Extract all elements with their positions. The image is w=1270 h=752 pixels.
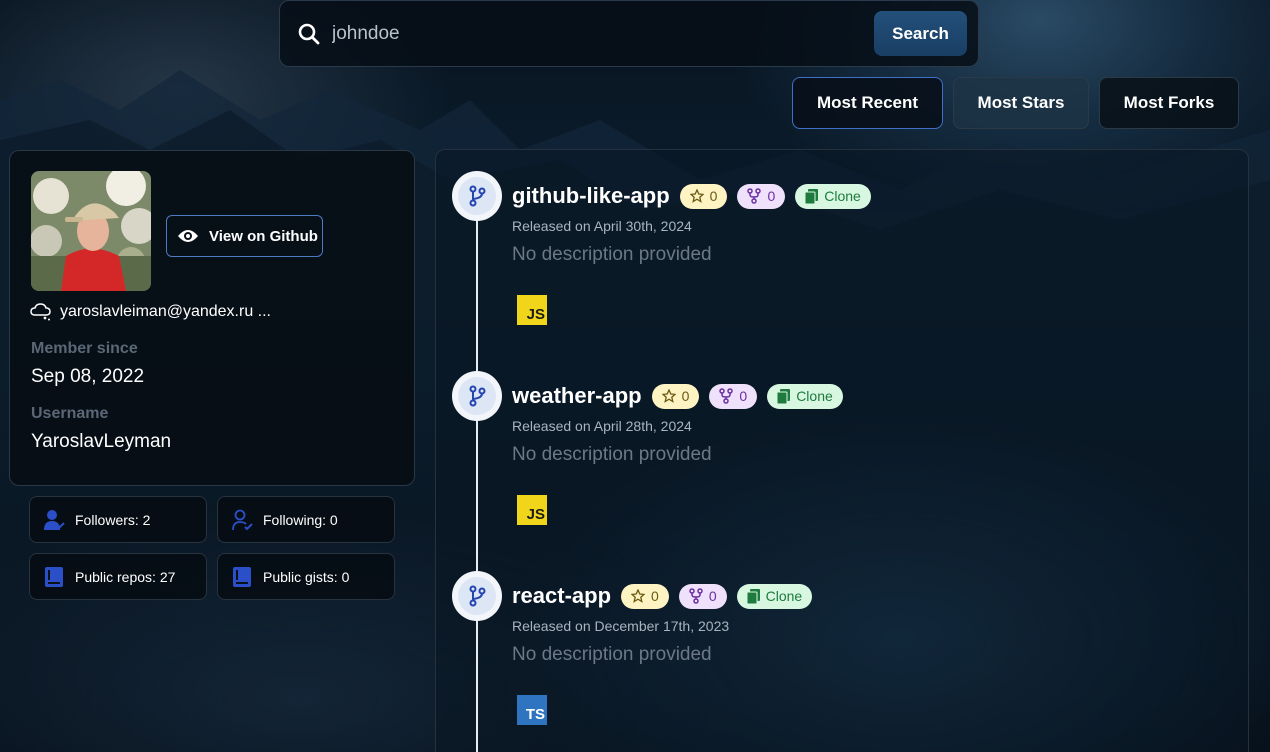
eye-icon xyxy=(177,228,199,244)
book-icon xyxy=(231,566,253,588)
javascript-icon: JS xyxy=(517,295,547,325)
clone-button[interactable]: Clone xyxy=(736,583,813,609)
repo-item: react-app 0 0 Clone Released on December… xyxy=(452,571,1232,752)
fork-count: 0 xyxy=(737,183,786,209)
public-repos-text: Public repos: 27 xyxy=(75,568,176,585)
star-count: 0 xyxy=(651,383,700,409)
sort-most-stars-button[interactable]: Most Stars xyxy=(953,77,1089,129)
star-count-value: 0 xyxy=(709,188,718,204)
avatar xyxy=(31,171,151,291)
repo-name[interactable]: weather-app xyxy=(512,383,642,409)
star-icon xyxy=(631,589,646,603)
public-gists-text: Public gists: 0 xyxy=(263,568,350,585)
username-value: YaroslavLeyman xyxy=(31,431,172,452)
member-since-label: Member since xyxy=(31,340,138,357)
view-on-github-button[interactable]: View on Github xyxy=(166,215,323,257)
public-gists-stat: Public gists: 0 xyxy=(217,553,395,600)
fork-icon xyxy=(747,188,762,204)
typescript-icon: TS xyxy=(517,695,547,725)
repo-description: No description provided xyxy=(512,644,712,665)
copy-icon xyxy=(746,588,760,604)
search-input[interactable] xyxy=(332,13,874,54)
search-button[interactable]: Search xyxy=(874,11,967,56)
profile-card: View on Github yaroslavleiman@yandex.ru … xyxy=(9,150,415,486)
star-icon xyxy=(661,389,676,403)
star-count: 0 xyxy=(679,183,728,209)
user-check-outline-icon xyxy=(231,509,253,531)
followers-stat: Followers: 2 xyxy=(29,496,207,543)
copy-icon xyxy=(805,188,819,204)
fork-count: 0 xyxy=(709,383,758,409)
star-count-value: 0 xyxy=(681,388,690,404)
followers-text: Followers: 2 xyxy=(75,511,151,528)
clone-button[interactable]: Clone xyxy=(767,383,843,409)
git-branch-icon xyxy=(452,171,502,221)
star-icon xyxy=(689,189,704,203)
repo-name[interactable]: github-like-app xyxy=(512,183,670,209)
repo-description: No description provided xyxy=(512,444,712,465)
released-date: Released on December 17th, 2023 xyxy=(512,618,730,634)
book-icon xyxy=(43,566,65,588)
released-date: Released on April 30th, 2024 xyxy=(512,218,692,234)
public-repos-stat: Public repos: 27 xyxy=(29,553,207,600)
email-row: yaroslavleiman@yandex.ru ... xyxy=(30,303,271,321)
star-count-value: 0 xyxy=(651,588,659,604)
copy-icon xyxy=(777,388,791,404)
clone-label: Clone xyxy=(796,388,833,404)
javascript-icon: JS xyxy=(517,495,547,525)
sort-most-forks-button[interactable]: Most Forks xyxy=(1099,77,1239,129)
repo-item: weather-app 0 0 Clone Released on April … xyxy=(452,371,1232,571)
star-count: 0 xyxy=(621,583,669,609)
repo-item: github-like-app 0 0 Clone Released on Ap… xyxy=(452,171,1232,371)
view-on-github-label: View on Github xyxy=(209,227,318,245)
clone-label: Clone xyxy=(824,188,861,204)
cloud-icon xyxy=(30,303,52,321)
fork-count: 0 xyxy=(678,583,727,609)
search-bar: Search xyxy=(279,0,979,67)
repo-description: No description provided xyxy=(512,244,712,265)
clone-button[interactable]: Clone xyxy=(795,183,871,209)
git-branch-icon xyxy=(452,571,502,621)
following-stat: Following: 0 xyxy=(217,496,395,543)
fork-count-value: 0 xyxy=(708,588,717,604)
fork-icon xyxy=(689,588,703,604)
repo-name[interactable]: react-app xyxy=(512,583,611,609)
username-label: Username xyxy=(31,405,109,422)
git-branch-icon xyxy=(452,371,502,421)
fork-count-value: 0 xyxy=(767,188,776,204)
sort-most-recent-button[interactable]: Most Recent xyxy=(792,77,943,129)
search-icon xyxy=(296,21,322,47)
fork-icon xyxy=(719,388,734,404)
fork-count-value: 0 xyxy=(739,388,748,404)
email-text: yaroslavleiman@yandex.ru ... xyxy=(60,303,271,320)
user-check-icon xyxy=(43,509,65,531)
released-date: Released on April 28th, 2024 xyxy=(512,418,692,434)
member-since-value: Sep 08, 2022 xyxy=(31,366,145,387)
clone-label: Clone xyxy=(765,588,803,604)
following-text: Following: 0 xyxy=(263,511,338,528)
